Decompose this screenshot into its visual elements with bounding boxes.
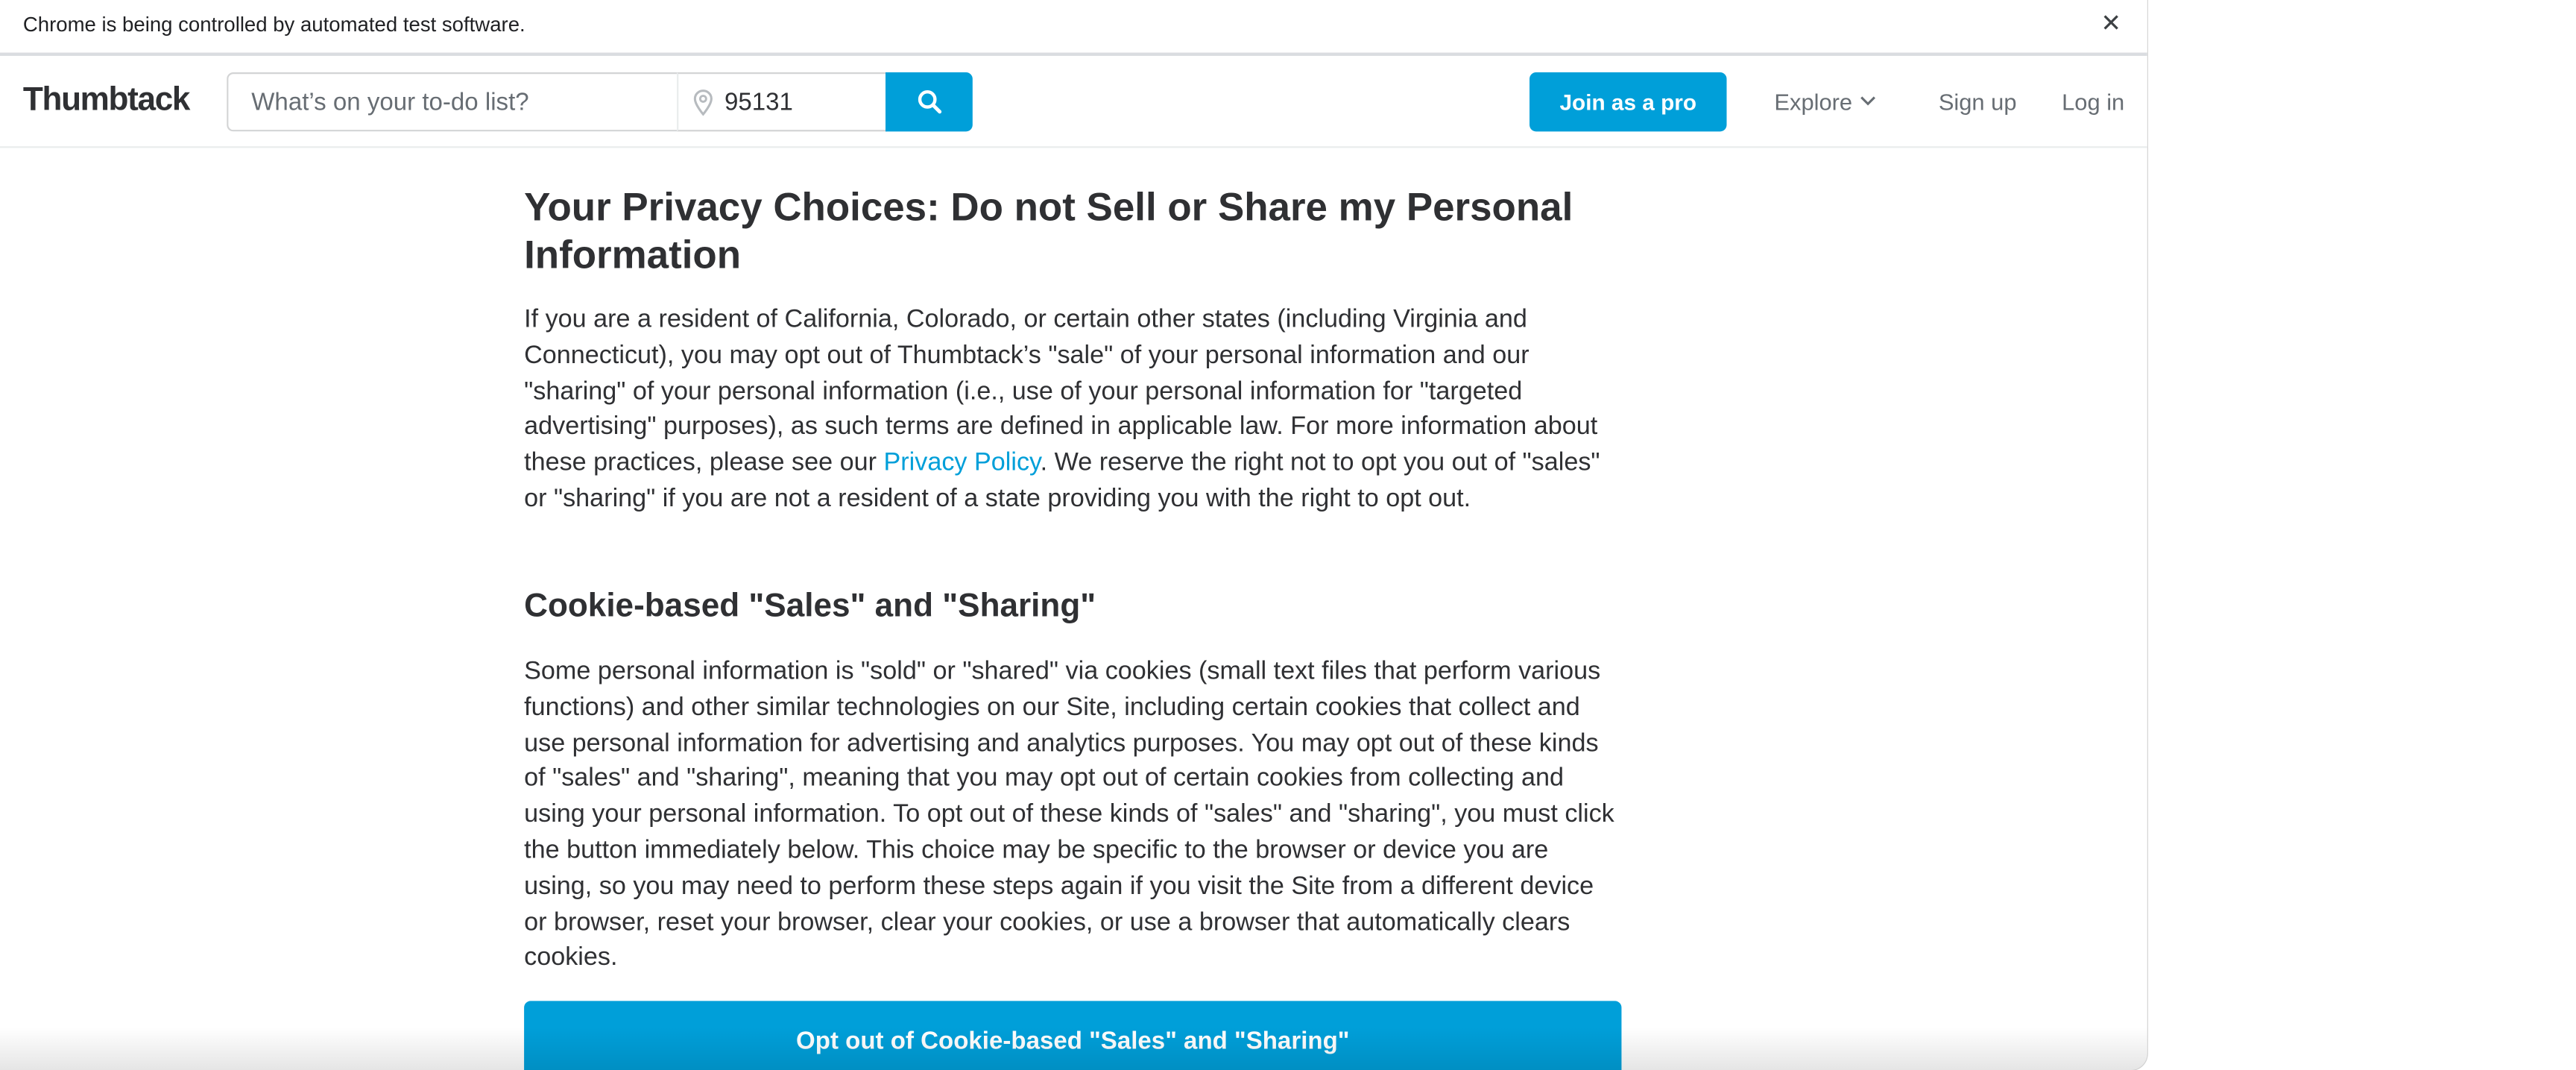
browser-window: Chrome is being controlled by automated … [0,0,2147,1070]
privacy-policy-link[interactable]: Privacy Policy [883,449,1040,476]
search-icon [917,90,941,114]
automation-infobar: Chrome is being controlled by automated … [0,0,2147,56]
site-header: Thumbtack Join as a pro Explore [0,59,2147,148]
log-in-link[interactable]: Log in [2062,89,2124,115]
infobar-message: Chrome is being controlled by automated … [22,13,525,37]
section-title: Cookie-based "Sales" and "Sharing" [524,588,1096,625]
screen: Chrome is being controlled by automated … [0,0,2576,1070]
location-pin-icon [693,89,713,116]
page-title: Your Privacy Choices: Do not Sell or Sha… [524,186,1573,278]
cookie-section-paragraph: Some personal information is "sold" or "… [524,657,1614,972]
search-button[interactable] [886,72,973,132]
zip-field [677,72,888,132]
thumbtack-logo[interactable]: Thumbtack [23,82,191,120]
join-as-pro-button[interactable]: Join as a pro [1530,72,1727,132]
opt-out-button[interactable]: Opt out of Cookie-based "Sales" and "Sha… [524,1001,1622,1070]
close-icon[interactable]: ✕ [2096,10,2126,40]
intro-paragraph: If you are a resident of California, Col… [524,303,1621,517]
search-input[interactable] [228,74,679,130]
sign-up-link[interactable]: Sign up [1939,89,2017,115]
chevron-down-icon[interactable] [1860,95,1876,107]
zip-input[interactable] [724,74,883,130]
explore-menu[interactable]: Explore [1774,89,1852,115]
search-field [227,72,679,132]
